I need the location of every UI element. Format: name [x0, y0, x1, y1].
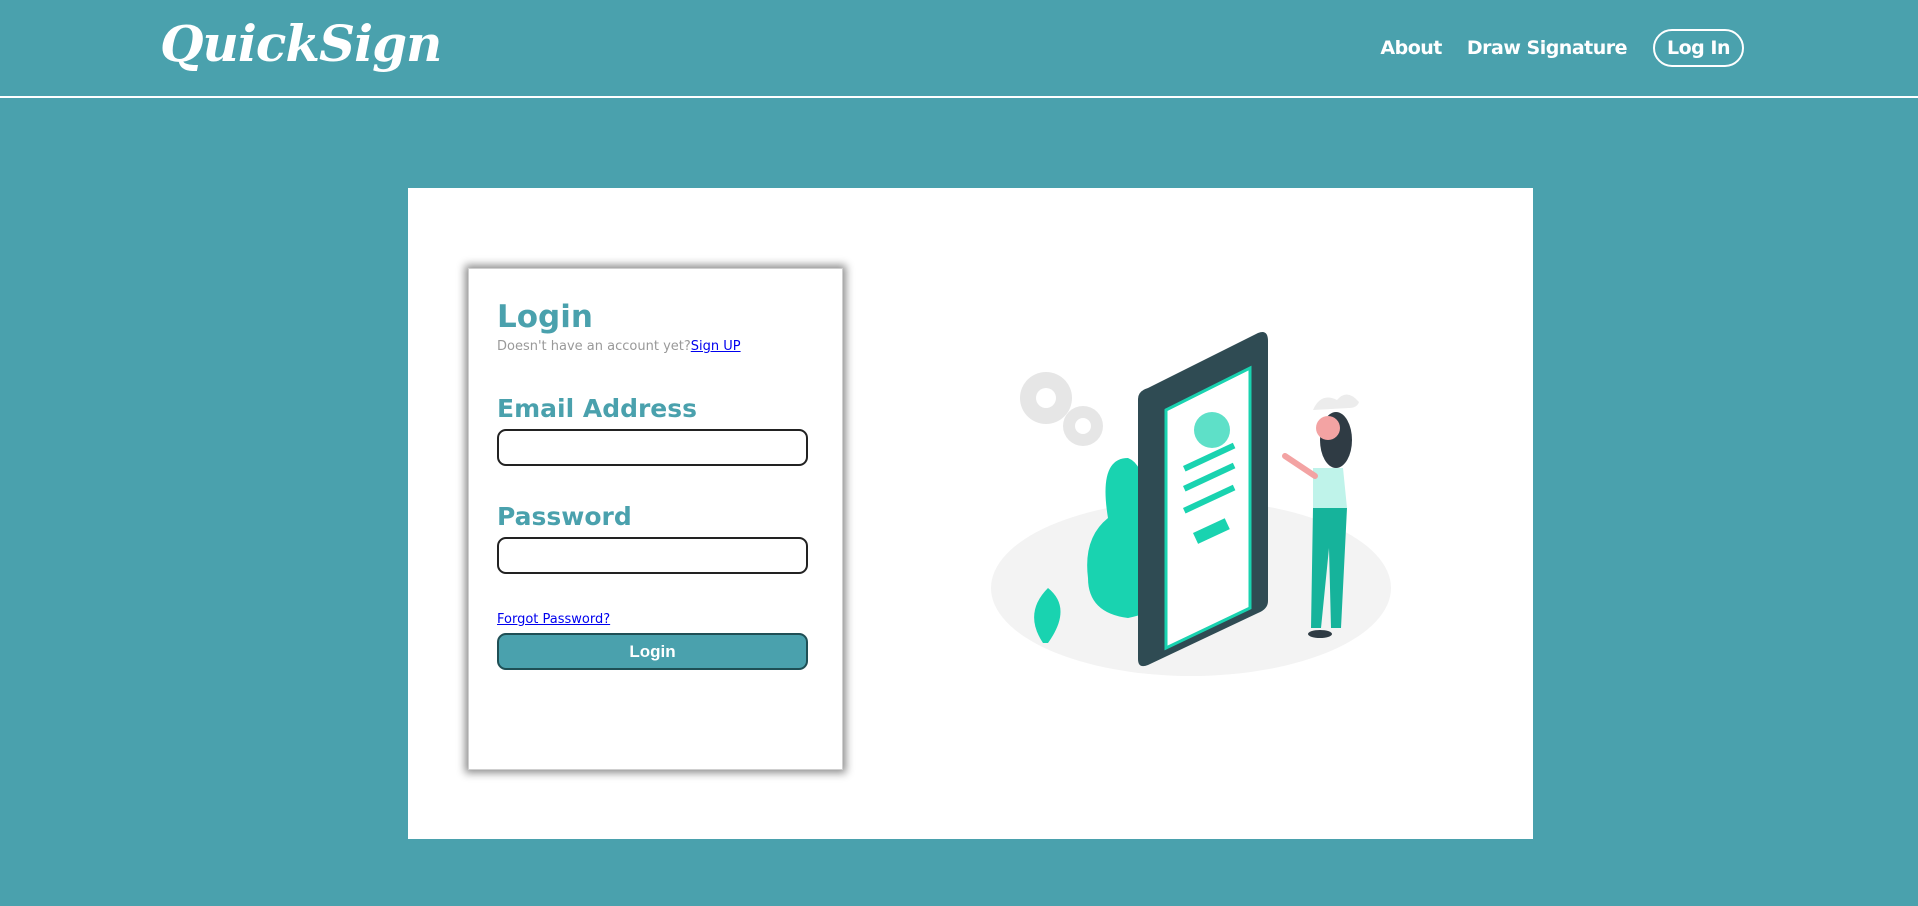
forgot-password-link[interactable]: Forgot Password? [497, 612, 814, 627]
no-account-text: Doesn't have an account yet? [497, 339, 691, 354]
signup-link[interactable]: Sign UP [691, 339, 741, 354]
nav-about-link[interactable]: About [1380, 37, 1442, 59]
person-with-phone-illustration [991, 332, 1391, 676]
login-card: Login Doesn't have an account yet?Sign U… [468, 268, 843, 770]
cloud-icon [1313, 394, 1359, 410]
brand-logo[interactable]: QuickSign [160, 14, 442, 73]
password-label: Password [497, 502, 632, 531]
main-panel: Login Doesn't have an account yet?Sign U… [408, 188, 1533, 839]
nav-login-button[interactable]: Log In [1653, 29, 1744, 67]
nav-draw-signature-link[interactable]: Draw Signature [1467, 37, 1628, 59]
gear-icon [1020, 372, 1103, 446]
login-title: Login [497, 299, 593, 335]
login-submit-button[interactable]: Login [497, 633, 808, 670]
top-navbar: QuickSign About Draw Signature Log In [0, 0, 1918, 98]
signup-prompt: Doesn't have an account yet?Sign UP [497, 339, 814, 354]
nav-links: About Draw Signature Log In [1355, 29, 1744, 67]
password-field[interactable] [497, 537, 808, 574]
email-label: Email Address [497, 394, 698, 423]
email-field[interactable] [497, 429, 808, 466]
phone-icon [1138, 332, 1268, 667]
